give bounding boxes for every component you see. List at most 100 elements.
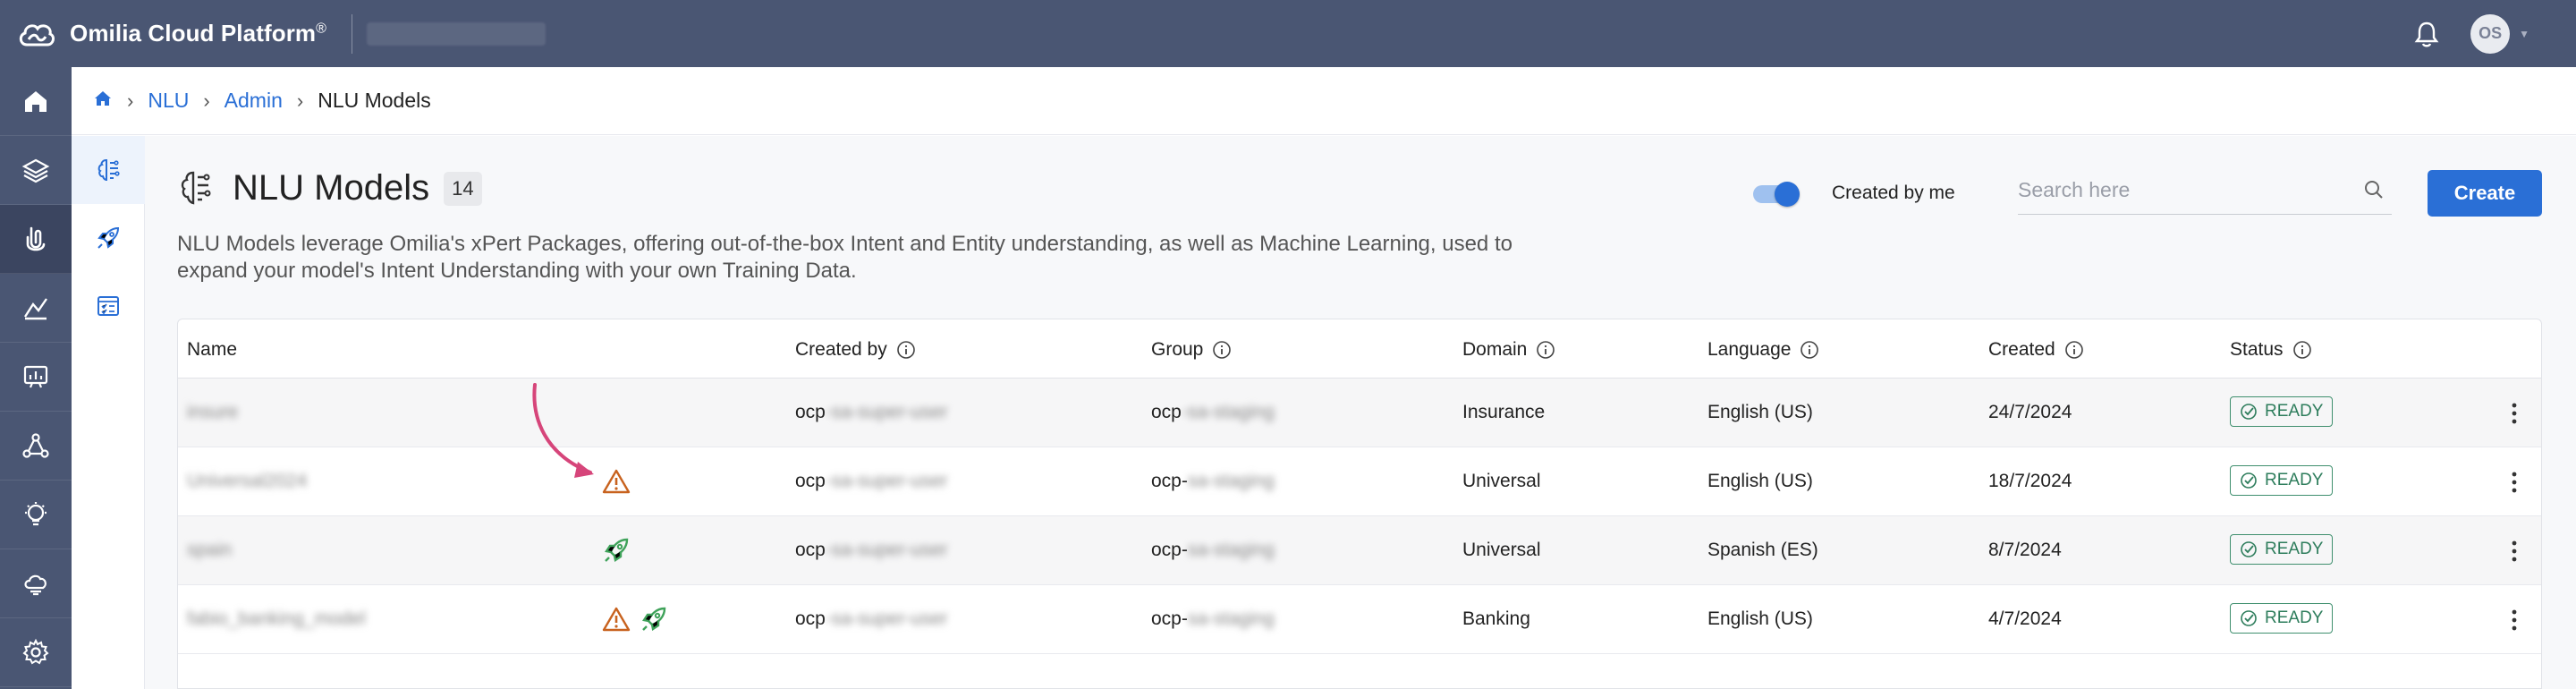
domain-cell: Universal (1462, 540, 1541, 560)
check-circle-icon (2241, 541, 2257, 557)
info-icon[interactable] (1536, 340, 1555, 360)
chevron-right-icon: › (296, 89, 304, 112)
breadcrumb-admin[interactable]: Admin (225, 89, 283, 113)
column-status[interactable]: Status (2230, 339, 2312, 361)
annotation-arrow-icon (532, 383, 594, 478)
page-description: NLU Models leverage Omilia's xPert Packa… (177, 232, 1513, 283)
layers-icon (21, 158, 50, 183)
info-icon[interactable] (2292, 340, 2312, 360)
created-cell: 24/7/2024 (1988, 402, 2072, 422)
created-cell: 18/7/2024 (1988, 471, 2072, 491)
sub-nav-models[interactable] (72, 136, 145, 204)
nav-network[interactable] (0, 412, 72, 481)
rocket-icon[interactable] (602, 536, 631, 565)
sub-nav-tests[interactable] (72, 272, 145, 340)
chevron-down-icon[interactable]: ▼ (2519, 28, 2529, 40)
page-header: NLU Models 14 (177, 168, 482, 208)
analytics-icon (23, 298, 47, 320)
search-icon[interactable] (2363, 179, 2385, 200)
nav-reports[interactable] (0, 343, 72, 412)
search-box (2018, 170, 2392, 215)
app-title: Omilia Cloud Platform® (70, 20, 327, 47)
column-group[interactable]: Group (1151, 339, 1232, 361)
bell-icon[interactable] (2411, 19, 2442, 49)
status-badge: READY (2230, 603, 2334, 634)
home-icon (95, 90, 111, 106)
created-by-cell: ocp-sa-super-user (795, 540, 948, 560)
info-icon[interactable] (1800, 340, 1819, 360)
cloud-logo-icon (19, 23, 55, 46)
domain-cell: Insurance (1462, 402, 1546, 422)
column-domain[interactable]: Domain (1462, 339, 1555, 361)
check-circle-icon (2241, 610, 2257, 626)
created-by-cell: ocp-sa-super-user (795, 471, 948, 491)
avatar[interactable]: OS (2470, 13, 2511, 54)
model-name[interactable]: spain (187, 540, 232, 561)
breadcrumb: › NLU › Admin › NLU Models (72, 67, 2576, 135)
rocket-icon (97, 226, 120, 249)
more-vertical-icon[interactable] (2510, 400, 2519, 427)
column-language[interactable]: Language (1707, 339, 1819, 361)
toggle-label: Created by me (1832, 183, 1955, 203)
group-cell: ocp-sa-staging (1151, 540, 1275, 560)
cloud-icon (24, 574, 47, 596)
model-name[interactable]: fabio_banking_model (187, 608, 366, 630)
created-cell: 8/7/2024 (1988, 540, 2062, 560)
created-by-me-toggle[interactable] (1753, 182, 1800, 207)
model-name[interactable]: Universal2024 (187, 471, 307, 492)
more-vertical-icon[interactable] (2510, 469, 2519, 496)
model-name[interactable]: insure (187, 402, 238, 423)
settings-icon (22, 638, 49, 665)
domain-cell: Banking (1462, 608, 1530, 629)
rocket-icon[interactable] (640, 605, 668, 634)
breadcrumb-home[interactable] (93, 89, 113, 114)
nav-analytics[interactable] (0, 274, 72, 343)
breadcrumb-nlu[interactable]: NLU (148, 89, 189, 113)
created-by-cell: ocp-sa-super-user (795, 608, 948, 629)
language-cell: English (US) (1707, 402, 1813, 422)
chevron-right-icon: › (127, 89, 134, 112)
group-cell: ocp-sa-staging (1151, 402, 1275, 422)
nav-cloud[interactable] (0, 549, 72, 618)
create-button[interactable]: Create (2428, 170, 2542, 217)
table-header: Name Created by Group Domain Language Cr… (178, 319, 2541, 379)
nav-settings[interactable] (0, 618, 72, 687)
sub-nav-deployments[interactable] (72, 204, 145, 272)
home-icon (25, 91, 47, 112)
breadcrumb-current: NLU Models (318, 89, 431, 112)
created-by-cell: ocp-sa-super-user (795, 402, 948, 422)
language-cell: English (US) (1707, 471, 1813, 491)
workspace-selector[interactable] (367, 21, 547, 46)
warning-icon[interactable] (602, 605, 631, 634)
brand[interactable]: Omilia Cloud Platform® (16, 18, 326, 50)
insights-icon (25, 502, 47, 526)
count-badge: 14 (444, 171, 482, 206)
column-created[interactable]: Created (1988, 339, 2084, 361)
models-table: Name Created by Group Domain Language Cr… (177, 319, 2542, 689)
group-cell: ocp-sa-staging (1151, 471, 1275, 491)
table-row[interactable]: fabio_banking_model ocp-sa-super-user oc… (178, 585, 2541, 654)
column-created-by[interactable]: Created by (795, 339, 916, 361)
sub-nav (72, 136, 145, 689)
more-vertical-icon[interactable] (2510, 607, 2519, 634)
chevron-right-icon: › (203, 89, 210, 112)
info-icon[interactable] (1212, 340, 1232, 360)
search-input[interactable] (2018, 170, 2340, 209)
status-badge: READY (2230, 465, 2334, 496)
status-badge: READY (2230, 534, 2334, 565)
top-bar: Omilia Cloud Platform® OS ▼ (0, 0, 2576, 67)
info-icon[interactable] (896, 340, 916, 360)
info-icon[interactable] (2064, 340, 2084, 360)
nav-layers[interactable] (0, 136, 72, 205)
brain-icon (181, 171, 211, 204)
brain-icon (97, 158, 120, 182)
table-row[interactable]: spain ocp-sa-super-user ocp-sa-staging U… (178, 516, 2541, 585)
created-cell: 4/7/2024 (1988, 608, 2062, 629)
nav-home[interactable] (0, 67, 72, 136)
more-vertical-icon[interactable] (2510, 538, 2519, 565)
nav-insights[interactable] (0, 481, 72, 549)
nav-nlu[interactable] (0, 205, 72, 274)
domain-cell: Universal (1462, 471, 1541, 491)
nlu-icon (26, 226, 46, 251)
column-name[interactable]: Name (187, 339, 237, 361)
